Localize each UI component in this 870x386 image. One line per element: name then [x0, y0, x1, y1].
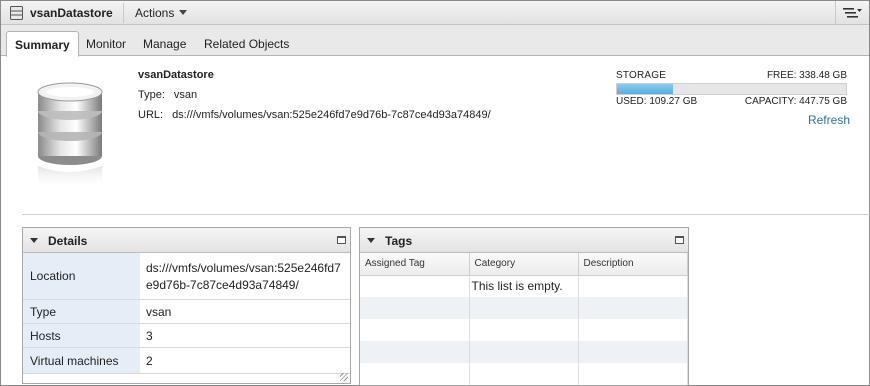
table-cell [469, 341, 579, 363]
table-cell [578, 297, 688, 319]
url-row: URL: ds:///vmfs/volumes/vsan:525e246fd7e9… [138, 109, 491, 121]
tags-table: Assigned Tag Category Description This l… [360, 253, 688, 385]
table-cell [469, 363, 579, 385]
tags-header-row: Assigned Tag Category Description [360, 253, 688, 276]
datastore-name: vsanDatastore [138, 69, 214, 81]
window-title: vsanDatastore [30, 6, 113, 20]
details-key: Hosts [23, 324, 140, 347]
tab-monitor[interactable]: Monitor [78, 31, 134, 56]
used-space-label: USED: 109.27 GB [616, 96, 698, 107]
details-value: ds:///vmfs/volumes/vsan:525e246fd7e9d76b… [146, 260, 341, 292]
table-row: This list is empty. [360, 275, 688, 297]
details-row-type: Type vsan [23, 300, 350, 324]
tab-related-objects[interactable]: Related Objects [196, 31, 297, 56]
column-header-assigned-tag[interactable]: Assigned Tag [360, 253, 470, 276]
table-row [360, 297, 688, 319]
column-header-category[interactable]: Category [469, 253, 579, 276]
table-cell [578, 275, 688, 297]
maximize-icon[interactable] [675, 236, 684, 244]
storage-label: STORAGE [616, 70, 667, 81]
table-row [360, 363, 688, 385]
type-label: Type: [138, 89, 165, 101]
url-label: URL: [138, 109, 164, 121]
tab-manage[interactable]: Manage [135, 31, 194, 56]
table-cell [360, 297, 470, 319]
table-cell [469, 319, 579, 341]
table-row [360, 341, 688, 363]
title-divider [123, 3, 124, 23]
collapse-caret-icon[interactable] [30, 238, 38, 243]
empty-list-message: This list is empty. [469, 275, 579, 297]
details-row-location: Location ds:///vmfs/volumes/vsan:525e246… [23, 253, 350, 300]
tags-header[interactable]: Tags [360, 228, 688, 253]
storage-usage-fill [617, 84, 673, 94]
url-value: ds:///vmfs/volumes/vsan:525e246fd7e9d76b… [172, 109, 491, 121]
table-cell [360, 363, 470, 385]
details-header[interactable]: Details [23, 228, 350, 253]
type-value: vsan [173, 89, 198, 101]
details-value: vsan [146, 304, 172, 319]
type-row: Type: vsan [138, 89, 197, 101]
title-bar: vsanDatastore Actions [1, 1, 869, 25]
list-menu-button[interactable] [835, 1, 869, 24]
column-header-description[interactable]: Description [578, 253, 688, 276]
details-value: 2 [146, 353, 153, 368]
tab-summary[interactable]: Summary [6, 31, 79, 57]
table-cell [360, 341, 470, 363]
collapse-caret-icon[interactable] [367, 238, 375, 243]
actions-menu-button[interactable]: Actions [135, 6, 188, 20]
tab-bar: Summary Monitor Manage Related Objects [1, 25, 869, 57]
tags-portlet: Tags Assigned Tag Category Description T… [359, 227, 689, 386]
details-row-hosts: Hosts 3 [23, 324, 350, 348]
list-menu-icon [843, 8, 862, 18]
details-key: Virtual machines [23, 348, 140, 373]
details-portlet: Details Location ds:///vmfs/volumes/vsan… [22, 227, 351, 384]
capacity-label: CAPACITY: 447.75 GB [744, 96, 847, 107]
table-cell [578, 341, 688, 363]
table-cell [469, 297, 579, 319]
details-value: 3 [146, 328, 153, 343]
storage-usage-bar [616, 83, 847, 95]
table-cell [360, 319, 470, 341]
table-row [360, 319, 688, 341]
actions-label: Actions [135, 6, 175, 20]
table-cell [360, 275, 470, 297]
section-divider [22, 214, 870, 215]
table-cell [578, 319, 688, 341]
chevron-down-icon [179, 10, 188, 15]
tags-title: Tags [385, 234, 413, 248]
maximize-icon[interactable] [337, 236, 346, 244]
resize-grip[interactable] [340, 373, 348, 381]
table-cell [578, 363, 688, 385]
details-key: Location [23, 253, 140, 299]
datastore-icon [10, 6, 23, 20]
details-row-virtual-machines: Virtual machines 2 [23, 348, 350, 374]
database-icon [37, 82, 103, 189]
free-space-label: FREE: 338.48 GB [766, 70, 847, 81]
refresh-link[interactable]: Refresh [808, 113, 850, 127]
details-key: Type [23, 300, 140, 323]
details-title: Details [48, 234, 88, 248]
